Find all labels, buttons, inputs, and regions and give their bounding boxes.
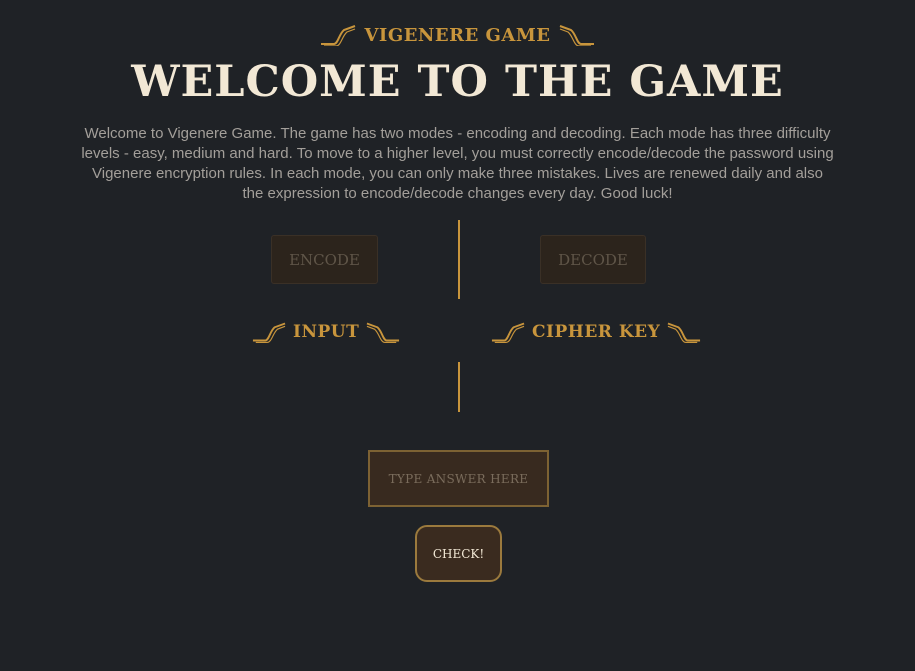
left-ornament-icon <box>252 322 286 343</box>
left-ornament-icon <box>491 322 525 343</box>
input-label: INPUT <box>293 322 360 342</box>
game-description: Welcome to Vigenere Game. The game has t… <box>81 125 834 202</box>
kicker-title: VIGENERE GAME <box>364 24 551 46</box>
cipher-key-label: CIPHER KEY <box>532 322 661 342</box>
answer-input[interactable] <box>368 450 549 507</box>
right-ornament-icon <box>559 25 594 46</box>
left-ornament-icon <box>321 25 356 46</box>
cipher-key-section-heading: CIPHER KEY <box>491 319 701 345</box>
header-kicker: VIGENERE GAME <box>0 22 915 48</box>
check-button[interactable]: CHECK! <box>415 525 502 582</box>
input-section-heading: INPUT <box>252 319 400 345</box>
encode-button[interactable]: ENCODE <box>271 235 378 284</box>
section-divider <box>458 362 460 412</box>
decode-button[interactable]: DECODE <box>540 235 646 284</box>
mode-divider <box>458 220 460 299</box>
right-ornament-icon <box>667 322 701 343</box>
right-ornament-icon <box>366 322 400 343</box>
page-title: WELCOME TO THE GAME <box>131 57 784 107</box>
